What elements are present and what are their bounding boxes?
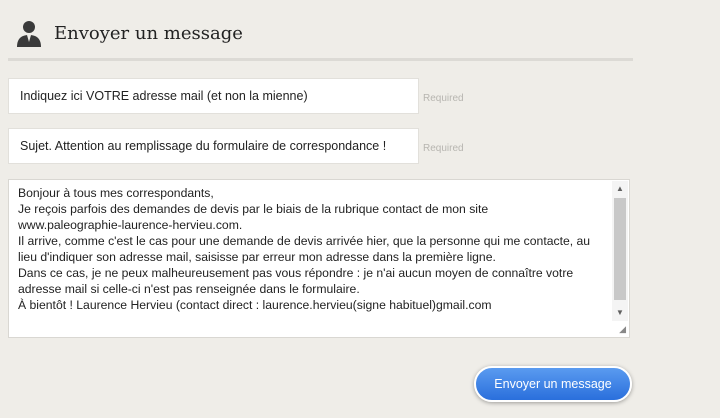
message-line: À bientôt ! Laurence Hervieu (contact di… [18,298,492,312]
page-title: Envoyer un message [54,22,243,44]
scroll-up-arrow-icon[interactable]: ▲ [612,181,628,197]
email-required-label: Required [423,93,464,104]
send-message-button[interactable]: Envoyer un message [474,366,632,402]
scrollbar-thumb[interactable] [614,198,626,300]
message-line: lieu d'indiquer son adresse mail, saisis… [18,250,496,264]
message-line: Dans ce cas, je ne peux malheureusement … [18,266,574,280]
message-text: Bonjour à tous mes correspondants, Je re… [18,185,613,313]
header-divider [8,58,633,61]
message-line: Je reçois parfois des demandes de devis … [18,202,489,216]
message-line: Bonjour à tous mes correspondants, [18,186,214,200]
email-field[interactable]: Indiquez ici VOTRE adresse mail (et non … [8,78,419,114]
scroll-down-arrow-icon[interactable]: ▼ [612,305,628,321]
subject-required-label: Required [423,143,464,154]
user-icon [17,21,41,47]
resize-handle-icon[interactable]: ◢ [619,324,626,335]
message-line: Il arrive, comme c'est le cas pour une d… [18,234,591,248]
header: Envoyer un message [14,18,243,48]
message-textarea[interactable]: Bonjour à tous mes correspondants, Je re… [8,179,630,338]
message-line: adresse mail si celle-ci n'est pas rense… [18,282,360,296]
message-line: www.paleographie-laurence-hervieu.com. [18,218,243,232]
message-scrollbar[interactable]: ▲ ▼ [612,181,628,321]
subject-field[interactable]: Sujet. Attention au remplissage du formu… [8,128,419,164]
